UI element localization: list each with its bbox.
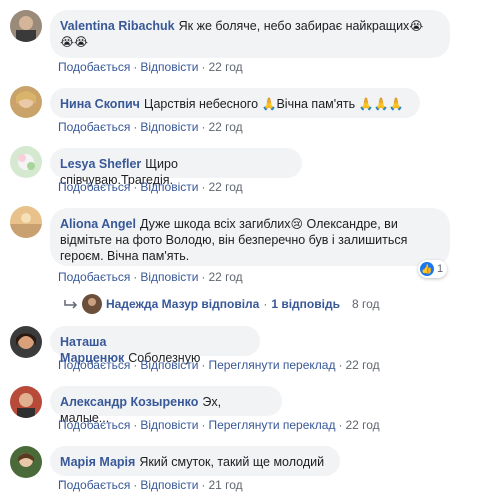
comment-bubble: Александр Козыренко Эх, малые... bbox=[50, 386, 282, 425]
like-button[interactable]: Подобається bbox=[58, 120, 130, 134]
avatar[interactable] bbox=[10, 326, 42, 358]
praying-hands-icon: 🙏 bbox=[388, 97, 404, 111]
like-button[interactable]: Подобається bbox=[58, 180, 130, 194]
timestamp[interactable]: 22 год bbox=[345, 358, 379, 372]
reply-button[interactable]: Відповісти bbox=[140, 180, 198, 194]
comment-text: Як же боляче, небо забирає найкращих bbox=[178, 19, 410, 33]
reply-button[interactable]: Відповісти bbox=[140, 60, 198, 74]
crying-emoji-icon: 😭 bbox=[60, 35, 75, 49]
timestamp[interactable]: 22 год bbox=[208, 180, 242, 194]
timestamp[interactable]: 22 год bbox=[208, 120, 242, 134]
comment-actions: Подобається · Відповісти · Переглянути перек… bbox=[58, 358, 380, 372]
praying-hands-icon: 🙏 bbox=[373, 97, 389, 111]
timestamp[interactable]: 21 год bbox=[208, 478, 242, 492]
reply-arrow-icon bbox=[64, 300, 78, 309]
avatar[interactable] bbox=[10, 86, 42, 118]
comment-author[interactable]: Lesya Shefler bbox=[60, 157, 141, 171]
comment-bubble: Нина Скопич Царствія небесного 🙏Вічна пам… bbox=[50, 88, 420, 118]
timestamp[interactable]: 22 год bbox=[208, 270, 242, 284]
reply-button[interactable]: Відповісти bbox=[140, 358, 198, 372]
like-button[interactable]: Подобається bbox=[58, 418, 130, 432]
reply-button[interactable]: Відповісти bbox=[140, 478, 198, 492]
comment-text: Царствія небесного bbox=[143, 97, 259, 111]
view-replies-link[interactable]: Надежда Мазур відповіла · 1 відповідь 8 … bbox=[64, 294, 380, 314]
reply-count[interactable]: 1 відповідь bbox=[271, 297, 340, 311]
comment-text: Дуже шкода всіх загиблих bbox=[139, 217, 291, 231]
crying-emoji-icon: 😭 bbox=[409, 19, 424, 33]
avatar[interactable] bbox=[10, 386, 42, 418]
reply-summary[interactable]: Надежда Мазур відповіла bbox=[106, 297, 259, 311]
reaction-count[interactable]: 👍 1 bbox=[418, 260, 448, 278]
crying-emoji-icon: 😭 bbox=[74, 35, 89, 49]
comment-author[interactable]: Valentina Ribachuk bbox=[60, 19, 175, 33]
avatar[interactable] bbox=[10, 146, 42, 178]
timestamp[interactable]: 22 год bbox=[345, 418, 379, 432]
comment-author[interactable]: Александр Козыренко bbox=[60, 395, 198, 409]
avatar[interactable] bbox=[10, 206, 42, 238]
comment-author[interactable]: Нина Скопич bbox=[60, 97, 140, 111]
like-button[interactable]: Подобається bbox=[58, 270, 130, 284]
comment-author[interactable]: Марія Марія bbox=[60, 455, 135, 469]
comment-actions: Подобається · Відповісти · 22 год bbox=[58, 60, 243, 74]
like-button[interactable]: Подобається bbox=[58, 478, 130, 492]
see-translation-button[interactable]: Переглянути переклад bbox=[208, 418, 335, 432]
avatar[interactable] bbox=[10, 446, 42, 478]
avatar bbox=[82, 294, 102, 314]
comment-actions: Подобається · Відповісти · 22 год bbox=[58, 120, 243, 134]
comment-bubble: Lesya Shefler Щиро співчуваю.Трагедія. bbox=[50, 148, 302, 187]
comment-actions: Подобається · Відповісти · 22 год bbox=[58, 270, 243, 284]
reply-button[interactable]: Відповісти bbox=[140, 120, 198, 134]
praying-hands-icon: 🙏 bbox=[261, 97, 277, 111]
comment-bubble: Valentina Ribachuk Як же боляче, небо заб… bbox=[50, 10, 450, 58]
comment-bubble: Марія Марія Який смуток, такий ще молодий… bbox=[50, 446, 340, 485]
comment-actions: Подобається · Відповісти · 22 год bbox=[58, 180, 243, 194]
comment-author[interactable]: Aliona Angel bbox=[60, 217, 136, 231]
praying-hands-icon: 🙏 bbox=[358, 97, 374, 111]
reply-button[interactable]: Відповісти bbox=[140, 418, 198, 432]
timestamp: 8 год bbox=[351, 297, 380, 311]
comment-actions: Подобається · Відповісти · 21 год bbox=[58, 478, 243, 492]
comment-bubble: Наташа Марценюк Соболезную bbox=[50, 326, 260, 365]
comment-actions: Подобається · Відповісти · Переглянути перек… bbox=[58, 418, 380, 432]
like-button[interactable]: Подобається bbox=[58, 60, 130, 74]
timestamp[interactable]: 22 год bbox=[208, 60, 242, 74]
reply-button[interactable]: Відповісти bbox=[140, 270, 198, 284]
like-button[interactable]: Подобається bbox=[58, 358, 130, 372]
like-icon: 👍 bbox=[420, 262, 434, 276]
sad-tear-emoji-icon: 😢 bbox=[290, 217, 304, 231]
see-translation-button[interactable]: Переглянути переклад bbox=[208, 358, 335, 372]
comment-bubble: Aliona Angel Дуже шкода всіх загиблих😢 Ол… bbox=[50, 208, 450, 266]
avatar[interactable] bbox=[10, 10, 42, 42]
